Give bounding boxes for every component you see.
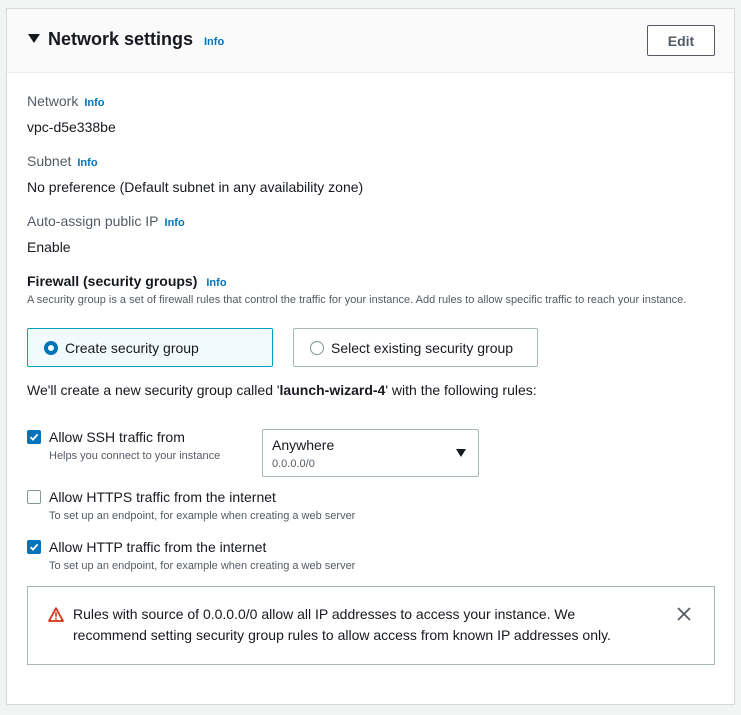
close-icon[interactable] bbox=[677, 607, 691, 621]
checkmark-icon bbox=[29, 543, 39, 551]
checkmark-icon bbox=[29, 433, 39, 441]
firewall-label: Firewall (security groups) bbox=[27, 273, 198, 289]
section-title[interactable]: Network settings bbox=[48, 29, 193, 50]
radio-selected-icon[interactable] bbox=[44, 341, 58, 355]
select-existing-security-group-option[interactable]: Select existing security group bbox=[293, 328, 538, 367]
http-rule-label[interactable]: Allow HTTP traffic from the internet bbox=[49, 539, 266, 555]
auto-ip-info-link[interactable]: Info bbox=[165, 217, 185, 229]
security-group-name: launch-wizard-4 bbox=[279, 382, 386, 398]
ssh-rule-help: Helps you connect to your instance bbox=[49, 450, 221, 462]
firewall-label-row: Firewall (security groups) Info bbox=[27, 273, 227, 289]
warning-alert: Rules with source of 0.0.0.0/0 allow all… bbox=[27, 586, 715, 665]
firewall-description: A security group is a set of firewall ru… bbox=[27, 294, 687, 306]
radio-unselected-icon[interactable] bbox=[310, 341, 324, 355]
chevron-down-icon[interactable] bbox=[456, 449, 466, 457]
warning-alert-text: Rules with source of 0.0.0.0/0 allow all… bbox=[73, 606, 611, 643]
auto-ip-label: Auto-assign public IP bbox=[27, 213, 159, 229]
network-value: vpc-d5e338be bbox=[27, 119, 116, 135]
subnet-label-row: Subnet Info bbox=[27, 153, 98, 169]
auto-ip-label-row: Auto-assign public IP Info bbox=[27, 213, 185, 229]
warning-icon bbox=[48, 607, 64, 622]
network-info-link[interactable]: Info bbox=[84, 97, 104, 109]
create-security-group-label: Create security group bbox=[65, 340, 199, 356]
subnet-value: No preference (Default subnet in any ava… bbox=[27, 179, 364, 195]
caret-down-icon[interactable] bbox=[28, 34, 40, 43]
ssh-rule-label[interactable]: Allow SSH traffic from bbox=[49, 429, 185, 445]
firewall-info-link[interactable]: Info bbox=[206, 277, 226, 289]
edit-button[interactable]: Edit bbox=[647, 25, 715, 56]
network-settings-panel: Network settings Info Edit Network Info v… bbox=[6, 8, 735, 705]
create-note-prefix: We'll create a new security group called… bbox=[27, 382, 280, 398]
auto-ip-value: Enable bbox=[27, 239, 71, 255]
network-label: Network bbox=[27, 93, 79, 109]
subnet-info-link[interactable]: Info bbox=[77, 157, 97, 169]
create-security-group-option[interactable]: Create security group bbox=[27, 328, 273, 367]
https-rule-label[interactable]: Allow HTTPS traffic from the internet bbox=[49, 489, 276, 505]
ssh-source-cidr: 0.0.0.0/0 bbox=[272, 458, 315, 470]
panel-header: Network settings Info Edit bbox=[7, 9, 734, 73]
http-rule-help: To set up an endpoint, for example when … bbox=[49, 560, 356, 572]
create-note-suffix: ' with the following rules: bbox=[385, 382, 537, 398]
https-checkbox[interactable] bbox=[27, 490, 41, 504]
network-label-row: Network Info bbox=[27, 93, 105, 109]
ssh-source-select[interactable]: Anywhere 0.0.0.0/0 bbox=[262, 429, 479, 477]
ssh-source-value: Anywhere bbox=[272, 437, 335, 453]
create-note: We'll create a new security group called… bbox=[27, 382, 537, 398]
https-rule-help: To set up an endpoint, for example when … bbox=[49, 510, 356, 522]
subnet-label: Subnet bbox=[27, 153, 72, 169]
title-info-link[interactable]: Info bbox=[204, 36, 224, 48]
select-existing-security-group-label: Select existing security group bbox=[331, 340, 514, 356]
ssh-checkbox[interactable] bbox=[27, 430, 41, 444]
http-checkbox[interactable] bbox=[27, 540, 41, 554]
